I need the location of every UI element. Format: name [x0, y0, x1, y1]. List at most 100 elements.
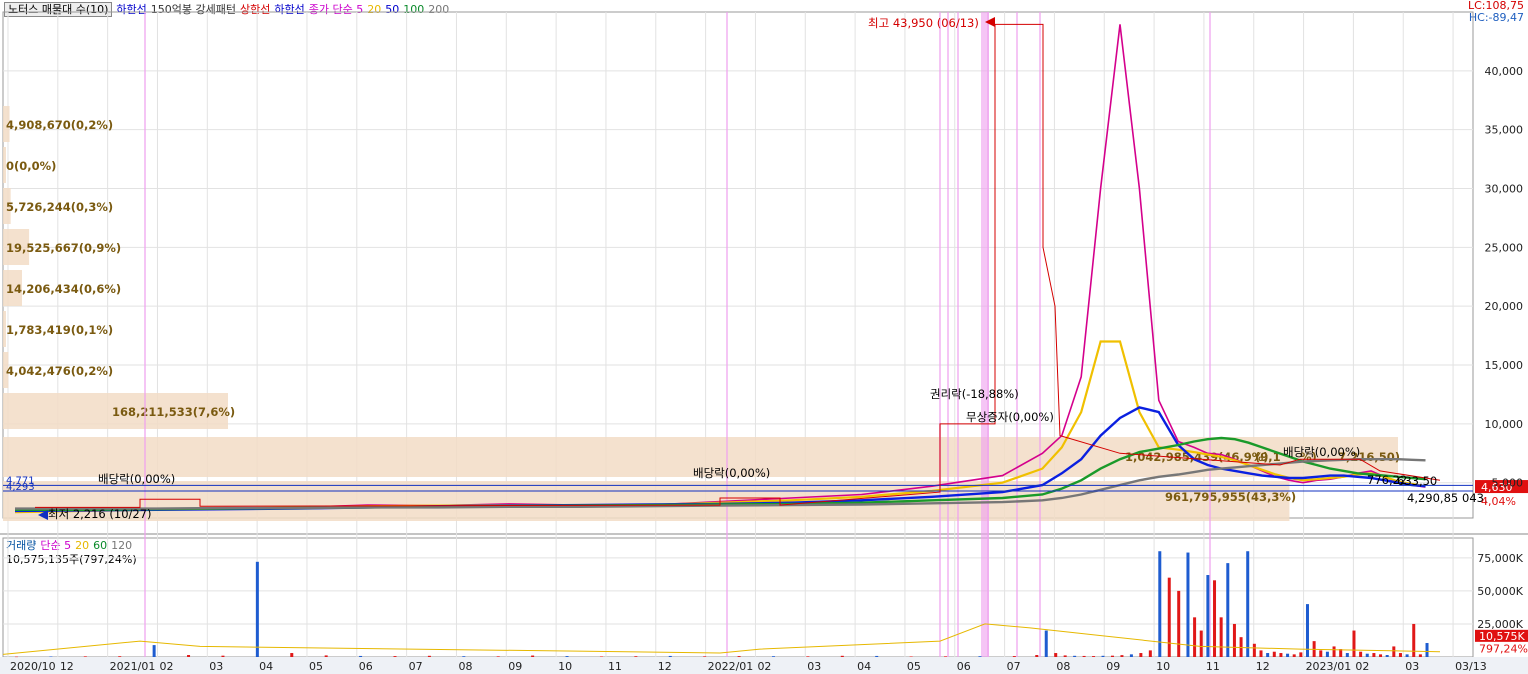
- x-tick-label: 08: [458, 660, 472, 673]
- chart-annotation: 배당락(0,00%): [693, 466, 770, 480]
- volume-bar: [496, 656, 500, 657]
- volume-bar: [1186, 552, 1190, 657]
- volume-bar: [909, 656, 913, 657]
- left-marker-lower: 4,293: [6, 482, 35, 493]
- volume-profile-label: 4,908,670(0,2%): [6, 118, 113, 132]
- volume-bar: [83, 656, 87, 657]
- volume-bar: [427, 655, 431, 657]
- volume-bar: [668, 655, 672, 657]
- x-tick-label: 12: [60, 660, 74, 673]
- volume-bar: [1246, 551, 1250, 657]
- volume-bar: [1035, 655, 1039, 657]
- volume-bar: [1365, 653, 1369, 657]
- volume-bar: [875, 655, 879, 657]
- x-tick-label: 07: [1007, 660, 1021, 673]
- volume-bar: [1352, 630, 1356, 657]
- volume-profile-label: 4,042,476(0,2%): [6, 364, 113, 378]
- volume-bar: [565, 656, 569, 657]
- volume-bar: [1405, 654, 1409, 657]
- volume-bar: [1213, 580, 1217, 657]
- volume-bar: [1286, 653, 1290, 657]
- y-tick-label: 15,000: [1485, 359, 1524, 372]
- volume-bar: [393, 656, 397, 657]
- current-volume-label: 10,575K: [1479, 630, 1525, 643]
- chart-annotation: 4,290,85: [1407, 491, 1458, 505]
- x-tick-label: 03: [807, 660, 821, 673]
- volume-bar: [1082, 655, 1086, 657]
- x-tick-label: 04: [259, 660, 273, 673]
- volume-bar: [152, 645, 156, 657]
- volume-bar: [1266, 653, 1270, 657]
- volume-bar: [1319, 650, 1323, 657]
- volume-profile-label: 168,211,533(7,6%): [112, 405, 235, 419]
- volume-bar: [737, 656, 741, 657]
- volume-profile-label: 14,206,434(0,6%): [6, 282, 121, 296]
- x-tick-label: 02: [757, 660, 771, 673]
- volume-bar: [1412, 623, 1416, 657]
- volume-bar: [840, 655, 844, 657]
- stock-chart-window: 노터스 매물대 수(10) 하한선 150억봉 강세패턴 상한선 하한선 종가 단순 52…: [0, 0, 1528, 674]
- volume-bar: [1226, 563, 1230, 657]
- volume-bar: [634, 656, 638, 657]
- volume-bar: [118, 656, 122, 657]
- volume-profile-label: 1,783,419(0,1%): [6, 323, 113, 337]
- chart-annotation: 633,50: [1397, 474, 1437, 488]
- volume-bar: [1219, 617, 1223, 657]
- volume-bar: [703, 656, 707, 657]
- volume-bar: [462, 656, 466, 657]
- x-tick-label: 03: [1405, 660, 1419, 673]
- x-tick-label: 12: [1256, 660, 1270, 673]
- y-tick-label: 35,000: [1485, 124, 1524, 137]
- volume-profile-label: 961,795,955(43,3%): [1165, 490, 1296, 504]
- volume-bar: [1398, 653, 1402, 657]
- volume-profile-label: 5,726,244(0,3%): [6, 200, 113, 214]
- volume-bar: [1259, 650, 1263, 657]
- volume-bar: [1252, 643, 1256, 657]
- chart-canvas[interactable]: 4,908,670(0,2%) 0(0,0%) 5,726,244(0,3%) 19,…: [0, 0, 1528, 674]
- volume-ma-line: [2, 623, 1441, 655]
- volume-bar: [15, 656, 18, 658]
- volume-bar: [1101, 655, 1105, 657]
- x-tick-label: 2023/01: [1306, 660, 1352, 673]
- volume-y-tick-label: 50,000K: [1477, 585, 1523, 598]
- volume-profile-label: 19,525,667(0,9%): [6, 241, 121, 255]
- x-tick-label: 03/13: [1455, 660, 1487, 673]
- x-tick-label: 09: [1106, 660, 1120, 673]
- volume-bar: [49, 656, 53, 657]
- volume-bar: [221, 655, 225, 657]
- x-tick-label: 08: [1056, 660, 1070, 673]
- volume-bar: [1167, 577, 1171, 657]
- volume-bar: [1110, 655, 1114, 657]
- volume-bar: [1073, 655, 1077, 657]
- x-tick-label: 04: [857, 660, 871, 673]
- volume-bar: [1418, 654, 1422, 657]
- x-tick-label: 2021/01: [110, 660, 156, 673]
- x-tick-label: 02: [159, 660, 173, 673]
- volume-bar: [1385, 655, 1389, 657]
- chart-annotation: 무상증자(0,00%): [966, 410, 1054, 424]
- x-tick-label: 10: [1156, 660, 1170, 673]
- x-tick-label: 06: [957, 660, 971, 673]
- volume-bar: [1044, 630, 1048, 657]
- y-tick-label: 40,000: [1485, 65, 1524, 78]
- x-tick-label: 09: [508, 660, 522, 673]
- volume-profile-bar: [3, 481, 1290, 521]
- volume-bar: [1345, 653, 1349, 657]
- x-tick-label: 07: [409, 660, 423, 673]
- volume-bar: [806, 656, 810, 657]
- volume-bar: [1332, 646, 1336, 657]
- volume-bar: [1379, 654, 1383, 657]
- chart-annotation: 권리락(-18,88%): [930, 387, 1019, 401]
- volume-bar: [1129, 654, 1133, 657]
- x-tick-label: 05: [309, 660, 323, 673]
- x-tick-label: 11: [608, 660, 622, 673]
- volume-bar: [1272, 651, 1276, 657]
- volume-bar: [1325, 651, 1329, 657]
- volume-y-tick-label: 75,000K: [1477, 552, 1523, 565]
- x-tick-label: 03: [209, 660, 223, 673]
- x-tick-label: 05: [907, 660, 921, 673]
- chart-annotation: 배당락(0,00%): [98, 472, 175, 486]
- volume-bar: [1206, 575, 1210, 657]
- x-tick-label: 12: [658, 660, 672, 673]
- volume-bar: [1054, 653, 1058, 657]
